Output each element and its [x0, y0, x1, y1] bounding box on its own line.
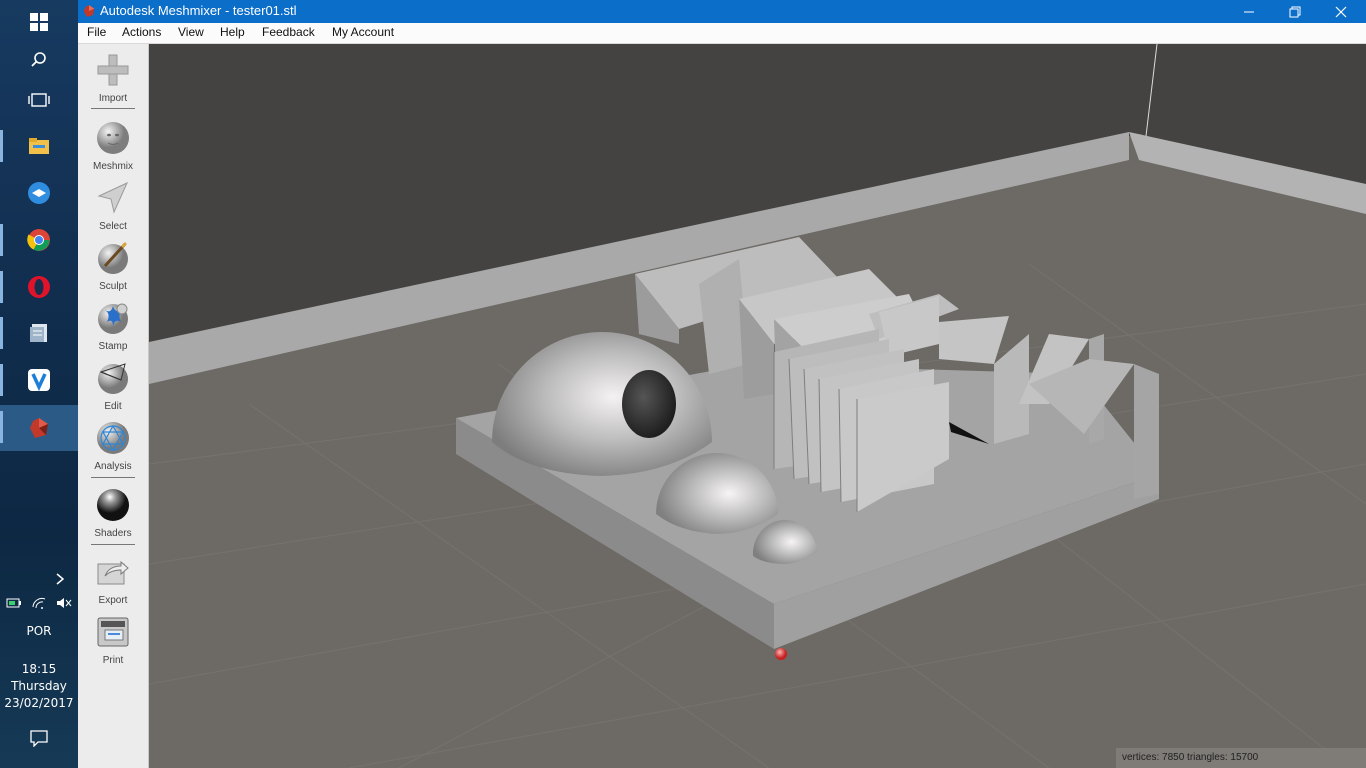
analysis-icon: [97, 422, 129, 454]
menu-view[interactable]: View: [178, 25, 204, 39]
pivot-marker[interactable]: [775, 648, 787, 660]
tool-label: Shaders: [94, 528, 132, 539]
restore-icon: [1289, 6, 1301, 17]
tool-label: Select: [99, 221, 127, 232]
active-indicator: [0, 411, 3, 443]
active-indicator: [0, 130, 3, 162]
separator: [91, 544, 135, 545]
search-icon: [31, 52, 46, 67]
tool-label: Stamp: [98, 341, 128, 352]
app-button[interactable]: [0, 311, 78, 355]
menu-feedback[interactable]: Feedback: [262, 25, 315, 39]
tool-label: Analysis: [94, 461, 132, 472]
windows-logo-icon: [30, 13, 48, 31]
title-bar[interactable]: Autodesk Meshmixer - tester01.stl: [78, 0, 1366, 23]
tool-label: Export: [98, 595, 128, 606]
menu-actions[interactable]: Actions: [122, 25, 161, 39]
active-indicator: [0, 224, 3, 256]
task-view-button[interactable]: [0, 78, 78, 122]
meshmixer-window: Autodesk Meshmixer - tester01.stl File A…: [78, 0, 1366, 768]
tool-stamp[interactable]: Stamp: [78, 300, 148, 352]
clock-time[interactable]: 18:15: [0, 662, 78, 676]
print-icon: [97, 617, 129, 647]
tool-label: Edit: [104, 401, 122, 412]
tray-icons: [6, 597, 72, 613]
tool-export[interactable]: Export: [78, 554, 148, 606]
folder-icon: [29, 138, 49, 154]
tool-label: Sculpt: [99, 281, 127, 292]
chevron-right-icon: [56, 573, 65, 585]
menu-help[interactable]: Help: [220, 25, 245, 39]
active-indicator: [0, 364, 3, 396]
separator: [91, 108, 135, 109]
menu-bar: File Actions View Help Feedback My Accou…: [78, 23, 1366, 44]
scene-render: [149, 44, 1366, 768]
menu-my-account[interactable]: My Account: [332, 25, 394, 39]
action-center-button[interactable]: [0, 716, 78, 760]
menu-file[interactable]: File: [87, 25, 106, 39]
battery-icon[interactable]: [6, 597, 22, 609]
chrome-icon: [27, 229, 50, 251]
meshmixer-icon: [30, 418, 48, 438]
tool-edit[interactable]: Edit: [78, 360, 148, 412]
search-button[interactable]: [0, 38, 78, 82]
close-icon: [1335, 6, 1347, 17]
tool-label: Print: [102, 655, 124, 666]
tool-import[interactable]: Import: [78, 52, 148, 104]
dome-hole: [622, 370, 676, 438]
v-app-button[interactable]: [0, 358, 78, 402]
opera-button[interactable]: [0, 265, 78, 309]
restore-button[interactable]: [1272, 0, 1318, 23]
window-title: Autodesk Meshmixer - tester01.stl: [100, 3, 297, 18]
wifi-icon[interactable]: [31, 597, 47, 609]
select-icon: [97, 181, 129, 214]
meshmixer-button[interactable]: [0, 405, 78, 451]
document-stack-icon: [30, 324, 47, 342]
import-icon: [97, 54, 129, 86]
close-button[interactable]: [1318, 0, 1364, 23]
clock-date[interactable]: 23/02/2017: [0, 696, 78, 710]
clock-day[interactable]: Thursday: [0, 679, 78, 693]
tool-print[interactable]: Print: [78, 614, 148, 666]
opera-icon: [28, 276, 50, 298]
minimize-button[interactable]: [1226, 0, 1272, 23]
task-view-icon: [28, 93, 50, 107]
tool-sculpt[interactable]: Sculpt: [78, 240, 148, 292]
stamp-icon: [98, 303, 128, 334]
tool-shaders[interactable]: Shaders: [78, 487, 148, 539]
app-logo-icon: [83, 5, 95, 17]
show-hidden-icons-button[interactable]: [0, 557, 78, 601]
separator: [91, 477, 135, 478]
tool-meshmix[interactable]: Meshmix: [78, 120, 148, 172]
tool-label: Meshmix: [92, 161, 133, 172]
3d-viewport[interactable]: vertices: 7850 triangles: 15700: [149, 44, 1366, 768]
v-app-icon: [28, 369, 50, 392]
shaders-icon: [97, 489, 129, 521]
tool-analysis[interactable]: Analysis: [78, 420, 148, 472]
volume-muted-icon[interactable]: [56, 597, 72, 609]
sculpt-icon: [98, 241, 128, 274]
mail-bird-icon: [28, 182, 50, 204]
active-indicator: [0, 317, 3, 349]
mesh-stats: vertices: 7850 triangles: 15700: [1116, 748, 1366, 768]
meshmix-icon: [97, 122, 129, 154]
edit-icon: [98, 363, 128, 394]
taskbar: POR 18:15 Thursday 23/02/2017: [0, 0, 78, 768]
thunderbird-button[interactable]: [0, 171, 78, 215]
export-icon: [97, 560, 129, 585]
file-explorer-button[interactable]: [0, 124, 78, 168]
minimize-icon: [1244, 11, 1254, 12]
active-indicator: [0, 271, 3, 303]
notification-icon: [30, 730, 48, 747]
tool-label: Import: [98, 93, 128, 104]
tool-select[interactable]: Select: [78, 180, 148, 232]
tool-palette: Import Meshmix Select Sculpt Stamp Edit …: [78, 44, 149, 768]
input-language[interactable]: POR: [0, 624, 78, 638]
chrome-button[interactable]: [0, 218, 78, 262]
